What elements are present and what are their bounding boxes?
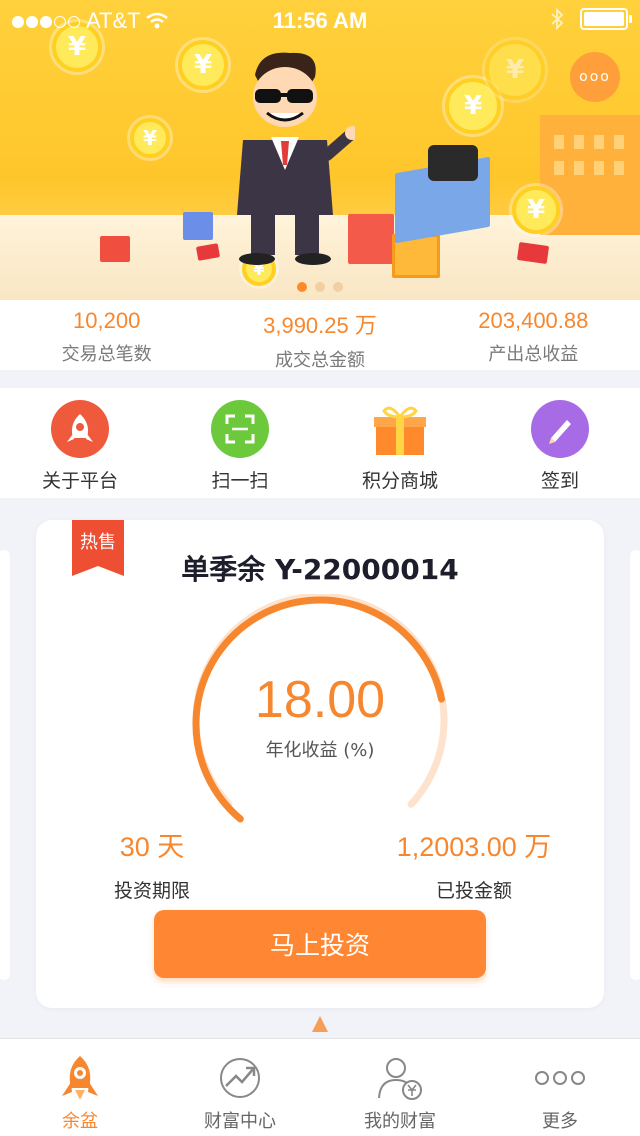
quick-action-label: 扫一扫: [211, 470, 269, 492]
promo-banner[interactable]: ¥ ¥ ¥ ¥ ¥ ¥ ¥ ooo: [0, 0, 640, 300]
user-yen-icon: [320, 1053, 480, 1103]
stat-label: 产出总收益: [488, 344, 579, 365]
stat-total-transactions: 10,200 交易总笔数: [0, 300, 213, 370]
status-right: [550, 8, 632, 30]
stat-label: 成交总金额: [274, 350, 365, 371]
quick-action-scan[interactable]: 扫一扫: [175, 388, 305, 498]
clock: 11:56 AM: [272, 8, 368, 33]
watch-illustration: [428, 145, 478, 181]
stat-total-earnings: 203,400.88 产出总收益: [427, 300, 640, 370]
bluetooth-icon: [551, 8, 564, 30]
pencil-icon: [531, 400, 589, 458]
stat-value: 3,990.25 万: [263, 313, 377, 338]
status-bar: AT&T 11:56 AM: [0, 0, 640, 40]
quick-actions: 关于平台 扫一扫 积分商城 签到: [0, 388, 640, 498]
product-title: 单季余 Y-22000014: [181, 553, 459, 586]
annual-rate: 18.00: [254, 671, 386, 729]
tab-wealth-center[interactable]: 财富中心: [160, 1039, 320, 1136]
coin-icon: ¥: [485, 40, 545, 100]
coin-icon: ¥: [130, 118, 170, 158]
invested-label: 已投金额: [435, 880, 512, 902]
gift-icon: [371, 400, 429, 458]
stat-total-amount: 3,990.25 万 成交总金额: [213, 300, 426, 371]
stat-value: 10,200: [73, 308, 141, 333]
battery-icon: [580, 8, 632, 30]
tab-my-wealth[interactable]: 我的财富: [320, 1039, 480, 1136]
tab-label: 我的财富: [364, 1111, 436, 1132]
quick-action-label: 关于平台: [41, 470, 118, 492]
tab-more[interactable]: 更多: [480, 1039, 640, 1136]
next-card-peek[interactable]: [630, 550, 640, 980]
product-card[interactable]: 热售 单季余 Y-22000014 18.00 年化收益 (%) 30 天 投资…: [36, 520, 604, 1008]
banner-pager: [0, 282, 640, 292]
annual-rate-label: 年化收益 (%): [265, 740, 375, 761]
stat-value: 203,400.88: [478, 308, 589, 333]
quick-action-label: 签到: [540, 470, 579, 492]
pager-dot[interactable]: [333, 282, 343, 292]
quick-action-label: 积分商城: [361, 470, 438, 492]
coin-icon: ¥: [512, 186, 560, 234]
tab-label: 财富中心: [204, 1111, 276, 1132]
term-label: 投资期限: [113, 880, 190, 902]
scan-icon: [211, 400, 269, 458]
tab-label: 更多: [542, 1111, 578, 1132]
invest-now-button[interactable]: 马上投资: [154, 910, 486, 978]
investment-term: 30 天 投资期限: [92, 825, 212, 903]
gift-box-illustration: [348, 214, 394, 264]
bottom-tab-bar: 余盆 财富中心 我的财富 更多: [0, 1038, 640, 1136]
businessman-illustration: [237, 52, 355, 265]
pager-dot-active[interactable]: [297, 282, 307, 292]
tab-label: 余盆: [62, 1111, 98, 1132]
more-dots-icon: [480, 1053, 640, 1103]
rocket-icon: [0, 1053, 160, 1103]
quick-action-checkin[interactable]: 签到: [495, 388, 625, 498]
gift-box-illustration: [183, 212, 213, 240]
platform-stats: 10,200 交易总笔数 3,990.25 万 成交总金额 203,400.88…: [0, 300, 640, 371]
invested-amount: 1,2003.00 万 已投金额: [374, 825, 574, 903]
banner-more-button[interactable]: ooo: [570, 52, 620, 102]
quick-action-about[interactable]: 关于平台: [15, 388, 145, 498]
tab-home[interactable]: 余盆: [0, 1039, 160, 1136]
rocket-icon: [51, 400, 109, 458]
pager-dot[interactable]: [315, 282, 325, 292]
invested-value: 1,2003.00 万: [396, 832, 552, 862]
previous-card-peek[interactable]: [0, 550, 10, 980]
gift-box-illustration: [100, 236, 130, 262]
term-value: 30 天: [119, 832, 185, 862]
trend-icon: [160, 1053, 320, 1103]
stat-label: 交易总笔数: [61, 344, 152, 365]
quick-action-points-mall[interactable]: 积分商城: [335, 388, 465, 498]
expand-up-icon[interactable]: [312, 1016, 328, 1032]
